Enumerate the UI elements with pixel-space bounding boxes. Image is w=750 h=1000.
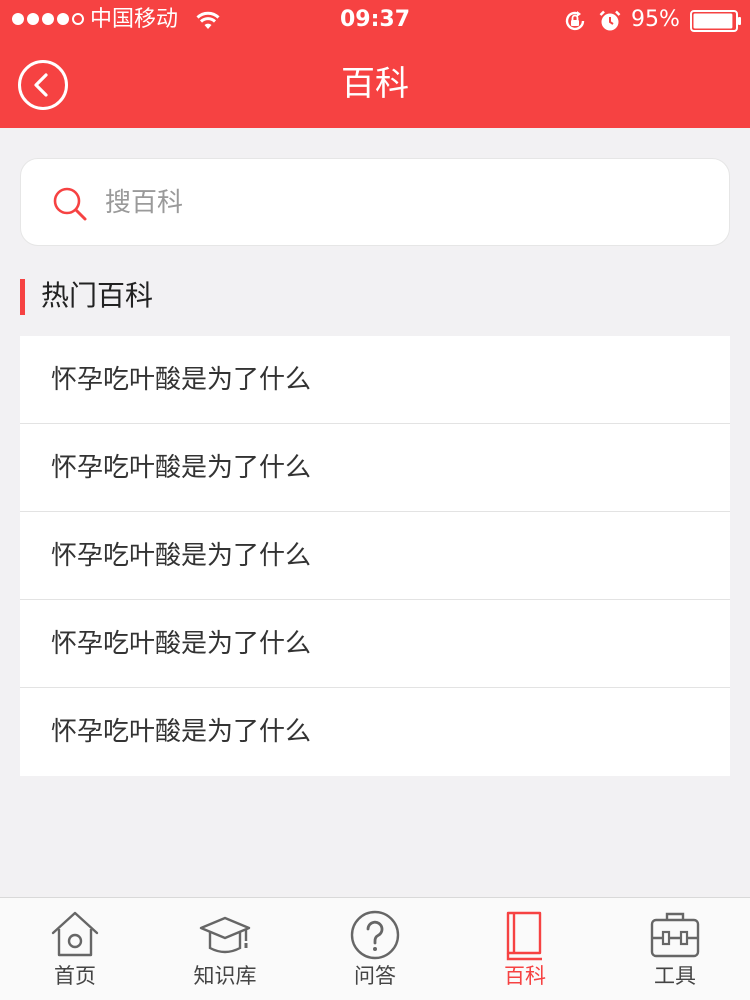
list-item[interactable]: 怀孕吃叶酸是为了什么 <box>20 336 730 424</box>
toolbox-icon <box>650 912 700 958</box>
tab-bar: 首页 知识库 问答 百科 工具 <box>0 897 750 1000</box>
nav-bar: 百科 <box>0 40 750 128</box>
graduation-cap-icon <box>199 916 251 954</box>
tab-knowledge[interactable]: 知识库 <box>150 898 300 1000</box>
book-icon <box>506 911 542 961</box>
search-icon <box>53 187 87 221</box>
page-title: 百科 <box>341 64 409 104</box>
tab-label: 首页 <box>54 964 96 988</box>
list-item[interactable]: 怀孕吃叶酸是为了什么 <box>20 512 730 600</box>
screen: 中国移动 09:37 95% 百科 搜百科 热门百科 怀孕吃叶酸是为了什么 怀孕… <box>0 0 750 1000</box>
search-bar[interactable] <box>20 158 730 246</box>
tab-label: 知识库 <box>193 964 257 988</box>
list-item-label: 怀孕吃叶酸是为了什么 <box>51 365 312 395</box>
tab-tools[interactable]: 工具 <box>600 898 750 1000</box>
tab-qa[interactable]: 问答 <box>300 898 450 1000</box>
tab-label: 问答 <box>354 964 396 988</box>
status-bar: 中国移动 09:37 95% <box>0 0 750 40</box>
question-circle-icon <box>350 910 400 960</box>
section-accent-bar <box>20 279 25 315</box>
tab-encyclopedia[interactable]: 百科 <box>450 898 600 1000</box>
list-item-label: 怀孕吃叶酸是为了什么 <box>51 541 312 571</box>
section-title: 热门百科 <box>41 279 154 312</box>
home-icon <box>51 911 99 957</box>
list-item[interactable]: 怀孕吃叶酸是为了什么 <box>20 688 730 776</box>
rotation-lock-icon <box>565 11 585 31</box>
list-item-label: 怀孕吃叶酸是为了什么 <box>51 453 312 483</box>
list-item-label: 怀孕吃叶酸是为了什么 <box>51 717 312 747</box>
topic-list: 怀孕吃叶酸是为了什么 怀孕吃叶酸是为了什么 怀孕吃叶酸是为了什么 怀孕吃叶酸是为… <box>20 336 730 776</box>
battery-percent: 95% <box>631 7 680 32</box>
list-item-label: 怀孕吃叶酸是为了什么 <box>51 629 312 659</box>
list-item[interactable]: 怀孕吃叶酸是为了什么 <box>20 600 730 688</box>
tab-home[interactable]: 首页 <box>0 898 150 1000</box>
tab-label: 工具 <box>654 964 696 988</box>
alarm-icon <box>599 10 621 31</box>
header: 中国移动 09:37 95% 百科 <box>0 0 750 128</box>
tab-label: 百科 <box>504 964 546 988</box>
list-item[interactable]: 怀孕吃叶酸是为了什么 <box>20 424 730 512</box>
battery-icon <box>690 10 741 32</box>
search-input[interactable] <box>105 181 705 225</box>
